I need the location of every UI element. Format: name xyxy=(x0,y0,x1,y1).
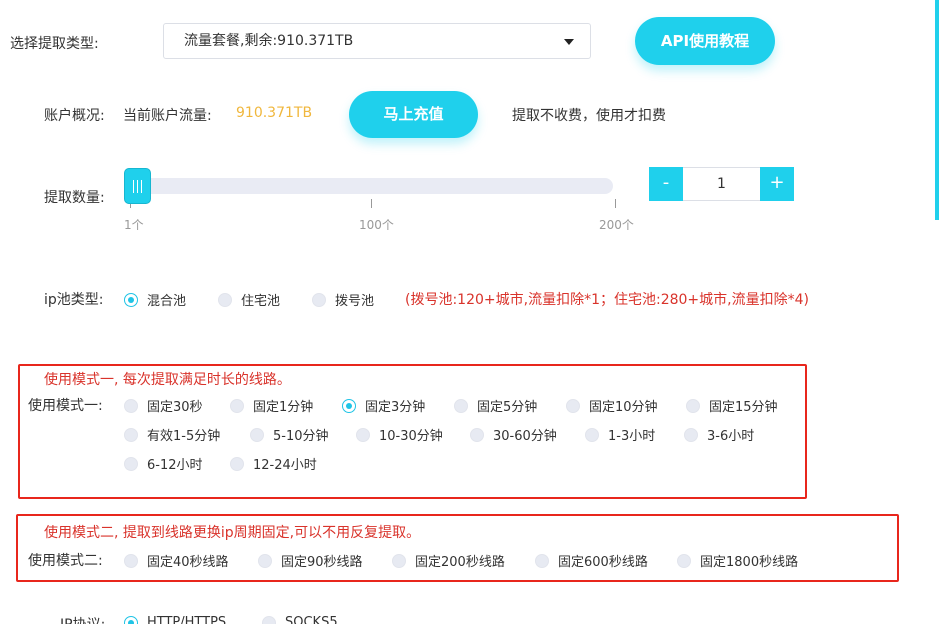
extract-type-value: 流量套餐,剩余:910.371TB xyxy=(184,33,354,49)
mode1-option[interactable]: 固定1分钟 xyxy=(230,396,313,415)
radio-icon xyxy=(585,427,599,442)
radio-icon xyxy=(356,427,370,442)
recharge-button[interactable]: 马上充值 xyxy=(349,91,478,138)
mode1-option[interactable]: 1-3小时 xyxy=(585,425,655,444)
mode1-label: 使用模式一: xyxy=(28,398,103,414)
mode2-option[interactable]: 固定90秒线路 xyxy=(258,551,363,570)
mode1-option[interactable]: 12-24小时 xyxy=(230,454,317,473)
mode1-option[interactable]: 6-12小时 xyxy=(124,454,203,473)
ip-pool-option-residential[interactable]: 住宅池 xyxy=(218,290,280,309)
radio-icon xyxy=(250,427,264,442)
api-tutorial-button[interactable]: API使用教程 xyxy=(635,17,775,65)
radio-icon xyxy=(218,292,232,307)
radio-icon xyxy=(124,427,138,442)
ip-pool-option-mixed[interactable]: 混合池 xyxy=(124,290,186,309)
mode2-option[interactable]: 固定200秒线路 xyxy=(392,551,505,570)
slider-tick-label: 100个 xyxy=(359,218,394,232)
account-flow-value: 910.371TB xyxy=(236,105,313,121)
protocol-label: IP协议: xyxy=(60,614,105,624)
mode2-option[interactable]: 固定600秒线路 xyxy=(535,551,648,570)
mode1-option[interactable]: 固定10分钟 xyxy=(566,396,658,415)
mode1-option[interactable]: 固定3分钟 xyxy=(342,396,425,415)
slider-tick-label: 200个 xyxy=(599,218,634,232)
radio-icon xyxy=(454,398,468,413)
ip-pool-label: ip池类型: xyxy=(44,292,104,308)
slider-tick xyxy=(371,199,372,208)
radio-icon xyxy=(124,398,138,413)
ip-pool-option-dialup[interactable]: 拨号池 xyxy=(312,290,374,309)
radio-icon xyxy=(124,456,138,471)
radio-icon xyxy=(258,553,272,568)
radio-checked-icon xyxy=(124,292,138,307)
mode1-option[interactable]: 固定5分钟 xyxy=(454,396,537,415)
increment-button[interactable]: + xyxy=(760,167,794,201)
billing-note: 提取不收费，使用才扣费 xyxy=(512,108,666,124)
account-flow-label: 当前账户流量: xyxy=(123,108,212,124)
radio-icon xyxy=(677,553,691,568)
radio-icon xyxy=(392,553,406,568)
extraction-page: 选择提取类型: 流量套餐,剩余:910.371TB API使用教程 账户概况: … xyxy=(0,0,939,624)
extract-type-select[interactable]: 流量套餐,剩余:910.371TB xyxy=(163,23,591,59)
radio-icon xyxy=(230,456,244,471)
ip-pool-note: (拨号池:120+城市,流量扣除*1；住宅池:280+城市,流量扣除*4) xyxy=(405,292,809,308)
mode1-option[interactable]: 固定15分钟 xyxy=(686,396,778,415)
quantity-slider-track[interactable] xyxy=(130,178,613,194)
radio-icon xyxy=(262,615,276,624)
mode2-option[interactable]: 固定40秒线路 xyxy=(124,551,229,570)
mode1-option[interactable]: 10-30分钟 xyxy=(356,425,443,444)
mode2-option[interactable]: 固定1800秒线路 xyxy=(677,551,798,570)
slider-tick-label: 1个 xyxy=(124,218,144,232)
scrollbar[interactable] xyxy=(935,0,939,220)
radio-icon xyxy=(230,398,244,413)
caret-down-icon xyxy=(564,39,574,45)
decrement-button[interactable]: - xyxy=(649,167,683,201)
mode2-label: 使用模式二: xyxy=(28,553,103,569)
protocol-option-socks5[interactable]: SOCKS5 xyxy=(262,615,338,624)
radio-icon xyxy=(535,553,549,568)
quantity-stepper: - 1 + xyxy=(649,167,794,201)
mode1-option[interactable]: 3-6小时 xyxy=(684,425,754,444)
quantity-label: 提取数量: xyxy=(44,190,105,206)
mode1-option[interactable]: 30-60分钟 xyxy=(470,425,557,444)
mode1-title: 使用模式一, 每次提取满足时长的线路。 xyxy=(44,372,291,388)
radio-checked-icon xyxy=(342,398,356,413)
protocol-option-http[interactable]: HTTP/HTTPS xyxy=(124,615,226,624)
mode1-option[interactable]: 有效1-5分钟 xyxy=(124,425,220,444)
radio-icon xyxy=(124,553,138,568)
radio-icon xyxy=(686,398,700,413)
extract-type-label: 选择提取类型: xyxy=(10,36,99,52)
radio-icon xyxy=(566,398,580,413)
mode2-title: 使用模式二, 提取到线路更换ip周期固定,可以不用反复提取。 xyxy=(44,525,421,541)
quantity-slider-handle[interactable] xyxy=(124,168,151,204)
radio-icon xyxy=(684,427,698,442)
account-overview-label: 账户概况: xyxy=(44,108,105,124)
radio-checked-icon xyxy=(124,615,138,624)
mode1-option[interactable]: 固定30秒 xyxy=(124,396,203,415)
radio-icon xyxy=(470,427,484,442)
radio-icon xyxy=(312,292,326,307)
quantity-input[interactable]: 1 xyxy=(684,168,759,200)
slider-tick xyxy=(615,199,616,208)
mode1-option[interactable]: 5-10分钟 xyxy=(250,425,329,444)
